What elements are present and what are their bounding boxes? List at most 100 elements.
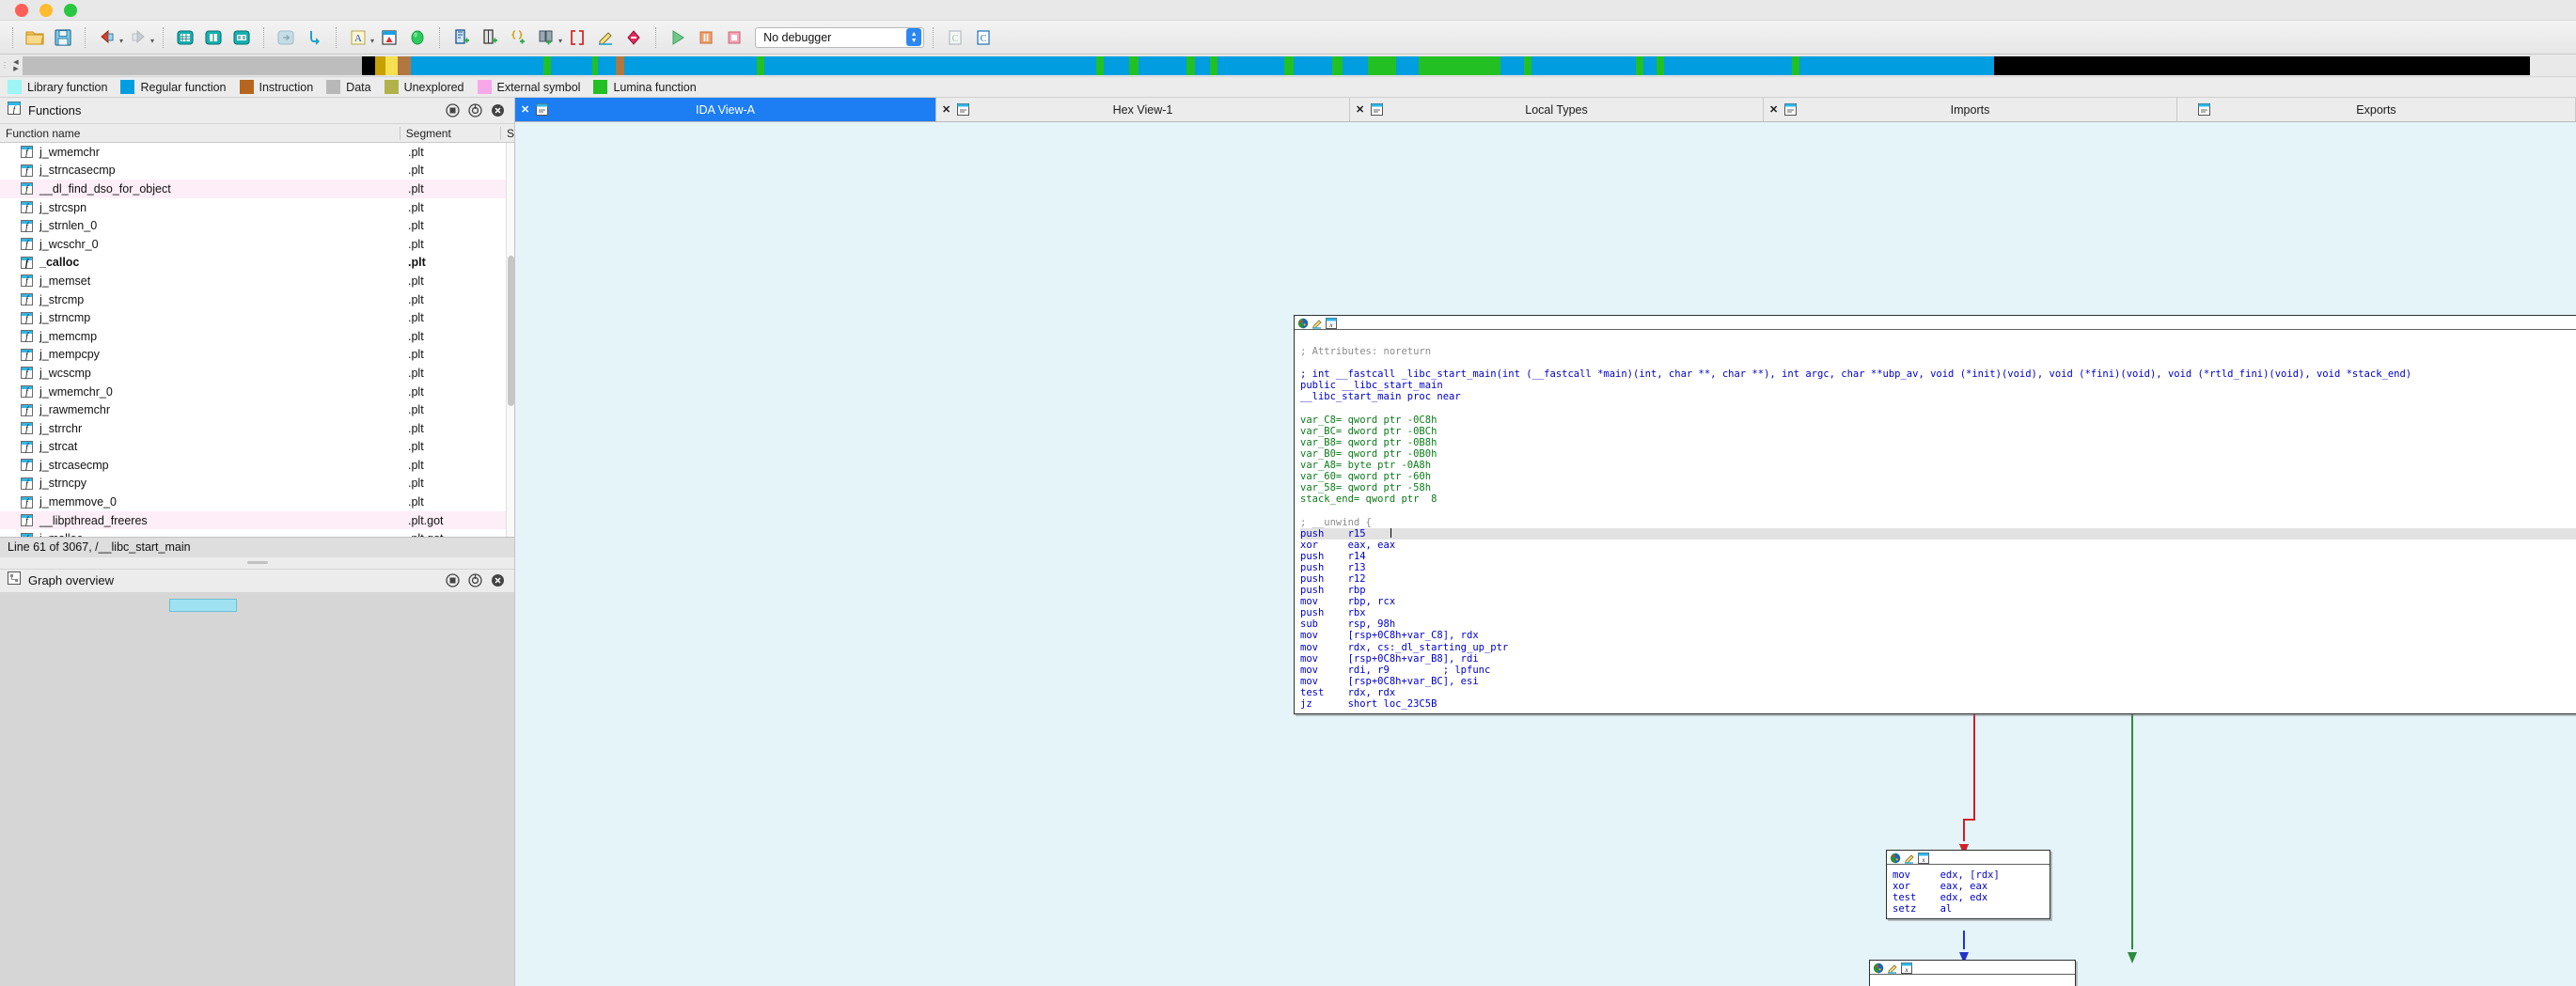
code-line[interactable]: push rbx (1300, 607, 2576, 618)
table-row[interactable]: j_strncpy.plt0 (0, 475, 514, 493)
hex-view-icon[interactable] (172, 24, 198, 51)
text-view-icon[interactable]: A (345, 24, 371, 51)
filter-icon[interactable] (443, 571, 462, 590)
code-line[interactable]: mov [rsp+0C8h+var_C8], rdx (1300, 630, 2576, 641)
code-line[interactable]: var_A8= byte ptr -0A8h (1300, 460, 2576, 471)
code-line[interactable]: stack_end= qword ptr 8 (1300, 493, 2576, 505)
rename-icon[interactable]: x (1326, 317, 1337, 329)
create-data-icon[interactable] (477, 24, 503, 51)
debugger-select-stepper[interactable]: ▲ ▼ (906, 28, 922, 46)
navband-segment[interactable] (1657, 55, 1665, 75)
table-row[interactable]: j_strncmp.plt0 (0, 308, 514, 327)
navband-segment[interactable] (23, 55, 363, 75)
tab-local-types[interactable]: ✕ Local Types (1350, 98, 1764, 121)
navband-segment[interactable] (374, 55, 385, 75)
table-row[interactable]: _calloc.plt0 (0, 254, 514, 273)
navband-segment[interactable] (1104, 55, 1130, 75)
table-row[interactable]: j_strcat.plt0 (0, 438, 514, 457)
navband-segment[interactable] (1194, 55, 1210, 75)
undefine-icon[interactable] (592, 24, 619, 51)
table-row[interactable]: j_strcspn.plt0 (0, 198, 514, 217)
tab-imports[interactable]: ✕ Imports (1764, 98, 2177, 121)
code-line[interactable]: var_B0= qword ptr -0B0h (1300, 448, 2576, 460)
code-line[interactable]: sub rsp, 98h (1300, 618, 2576, 630)
code-line[interactable] (1300, 403, 2576, 415)
code-line[interactable] (1300, 335, 2576, 346)
navband-segment[interactable] (1500, 55, 1524, 75)
code-line[interactable] (1876, 979, 2075, 986)
graph-node-code[interactable]: ; Attributes: noreturn ; int __fastcall … (1295, 330, 2576, 713)
column-header-segment[interactable]: Segment (399, 126, 500, 140)
table-row[interactable]: j_strrchr.plt0 (0, 419, 514, 438)
navband-segment[interactable] (1799, 55, 1994, 75)
graph-view-icon[interactable] (376, 24, 402, 51)
code-line[interactable] (1300, 505, 2576, 516)
code-line[interactable]: xor eax, eax (1893, 881, 2050, 892)
navband-segment[interactable] (1523, 55, 1531, 75)
tab-hex-view-1[interactable]: ✕ Hex View-1 (936, 98, 1350, 121)
navband-segment[interactable] (1791, 55, 1800, 75)
navband-segment[interactable] (1664, 55, 1792, 75)
navband-segment[interactable] (1643, 55, 1657, 75)
code-line[interactable]: setz al (1893, 903, 2050, 915)
table-row[interactable]: j_memcmp.plt0 (0, 327, 514, 346)
navband-segment[interactable] (1332, 55, 1343, 75)
navband-segment[interactable] (591, 55, 599, 75)
navband-segment[interactable] (551, 55, 592, 75)
navband-segment[interactable] (1636, 55, 1644, 75)
graph-node-header[interactable]: x (1887, 851, 2050, 865)
code-line[interactable]: test rdx, rdx (1300, 687, 2576, 698)
close-window-button[interactable] (15, 3, 28, 17)
scrollbar-thumb[interactable] (508, 256, 514, 406)
code-line[interactable]: push r14 (1300, 551, 2576, 562)
palette-icon[interactable] (1890, 852, 1901, 864)
navigation-band[interactable] (23, 55, 2576, 75)
jump-to-icon[interactable] (273, 24, 299, 51)
tab-exports[interactable]: Exports (2177, 98, 2576, 121)
graph-node-code[interactable]: loc_23C5B:mov cs:dword_1CE1A0, eaxtest r… (1870, 975, 2075, 986)
code-line[interactable]: ; __unwind { (1300, 517, 2576, 528)
navband-segment[interactable] (398, 55, 411, 75)
table-row[interactable]: j_strcmp.plt0 (0, 290, 514, 309)
jump-down-icon[interactable] (301, 24, 327, 51)
graph-node-loc-23c5b[interactable]: x loc_23C5B:mov cs:dword_1CE1A0, eaxtest… (1869, 960, 2076, 986)
highlight-icon[interactable] (1887, 962, 1898, 974)
code-line[interactable]: __libc_start_main proc near (1300, 391, 2576, 402)
palette-icon[interactable] (1297, 317, 1309, 329)
navband-segment[interactable] (410, 55, 544, 75)
back-navigate-icon[interactable] (94, 24, 120, 51)
table-row[interactable]: __dl_find_dso_for_object.plt0 (0, 180, 514, 198)
navband-grip[interactable]: ⋮ (0, 55, 9, 76)
column-header-start[interactable]: S (499, 126, 514, 140)
navband-segment[interactable] (1294, 55, 1333, 75)
save-icon[interactable] (50, 24, 76, 51)
structures-icon[interactable] (200, 24, 227, 51)
stop-icon[interactable] (721, 24, 747, 51)
rename-icon[interactable]: x (1901, 962, 1912, 974)
tab-ida-view-a[interactable]: ✕ IDA View-A (515, 98, 936, 121)
table-row[interactable]: j_mempcpy.plt0 (0, 346, 514, 365)
navband-segment[interactable] (1186, 55, 1195, 75)
navband-segment[interactable] (616, 55, 624, 75)
navband-segment[interactable] (1993, 55, 2530, 75)
functions-list[interactable]: j_wmemchr.plt0j_strncasecmp.plt0__dl_fin… (0, 143, 514, 537)
code-line[interactable]: push r15 (1300, 527, 2576, 540)
brackets-icon[interactable] (564, 24, 590, 51)
code-line[interactable]: mov rdi, r9 ; lpfunc (1300, 665, 2576, 676)
pause-icon[interactable] (693, 24, 719, 51)
navband-segment[interactable] (763, 55, 1096, 75)
navband-segment[interactable] (1531, 55, 1637, 75)
graph-node-code[interactable]: mov edx, [rdx] xor eax, eax test edx, edx s… (1887, 865, 2050, 918)
navband-segment[interactable] (1209, 55, 1217, 75)
code-line[interactable]: var_60= qword ptr -60h (1300, 471, 2576, 482)
code-line[interactable]: push r13 (1300, 562, 2576, 573)
table-row[interactable]: j_wmemchr_0.plt0 (0, 383, 514, 401)
navband-segment[interactable] (1283, 55, 1295, 75)
navband-segment[interactable] (1368, 55, 1397, 75)
tab-close-icon[interactable]: ✕ (1769, 103, 1778, 116)
graph-node-setz[interactable]: x mov edx, [rdx] xor eax, eax test edx, ed… (1886, 850, 2050, 920)
table-row[interactable]: j_strncasecmp.plt0 (0, 162, 514, 180)
table-row[interactable]: j_memset.plt0 (0, 272, 514, 290)
decompile-all-icon[interactable]: C (970, 24, 997, 51)
navband-segment[interactable] (1095, 55, 1105, 75)
